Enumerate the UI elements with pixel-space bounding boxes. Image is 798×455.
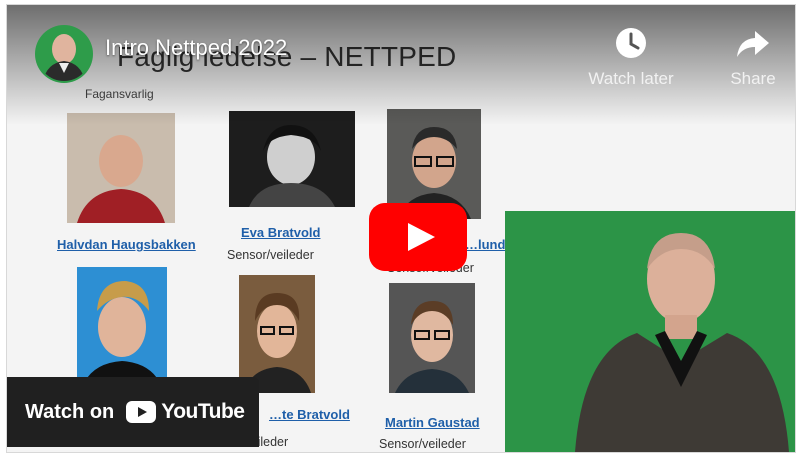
youtube-logo-icon	[126, 401, 157, 423]
person-photo-5	[239, 275, 315, 393]
person-photo-2	[229, 111, 355, 207]
watch-later-button[interactable]: Watch later	[583, 23, 679, 89]
person-role-2: Sensor/veileder	[227, 248, 314, 262]
person-name-3[interactable]: …lund	[465, 237, 505, 252]
play-icon	[369, 203, 467, 271]
person-photo-4	[77, 267, 167, 385]
person-role-6: Sensor/veileder	[379, 437, 466, 451]
youtube-embed-player[interactable]: Faglig ledelse – NETTPED Fagansvarlig Ha…	[0, 0, 798, 455]
play-button[interactable]	[369, 203, 467, 271]
youtube-logo: YouTube	[126, 400, 245, 424]
watch-on-youtube-button[interactable]: Watch on YouTube	[7, 377, 259, 447]
channel-avatar[interactable]	[35, 25, 93, 83]
person-photo-6	[389, 283, 475, 393]
person-photo-1	[67, 113, 175, 223]
slide-top-role: Fagansvarlig	[85, 87, 154, 101]
share-arrow-icon	[733, 23, 773, 63]
person-name-6[interactable]: Martin Gaustad	[385, 415, 480, 430]
share-button[interactable]: Share	[715, 23, 791, 89]
watch-on-label: Watch on	[25, 400, 115, 423]
presenter-video	[505, 211, 795, 452]
youtube-wordmark: YouTube	[161, 400, 245, 423]
watch-later-label: Watch later	[588, 69, 674, 88]
video-title[interactable]: Intro Nettped 2022	[105, 35, 287, 61]
person-name-1[interactable]: Halvdan Haugsbakken	[57, 237, 196, 252]
clock-icon	[611, 23, 651, 63]
share-label: Share	[730, 69, 776, 88]
person-name-5[interactable]: …te Bratvold	[269, 407, 350, 422]
person-name-2[interactable]: Eva Bratvold	[241, 225, 320, 240]
